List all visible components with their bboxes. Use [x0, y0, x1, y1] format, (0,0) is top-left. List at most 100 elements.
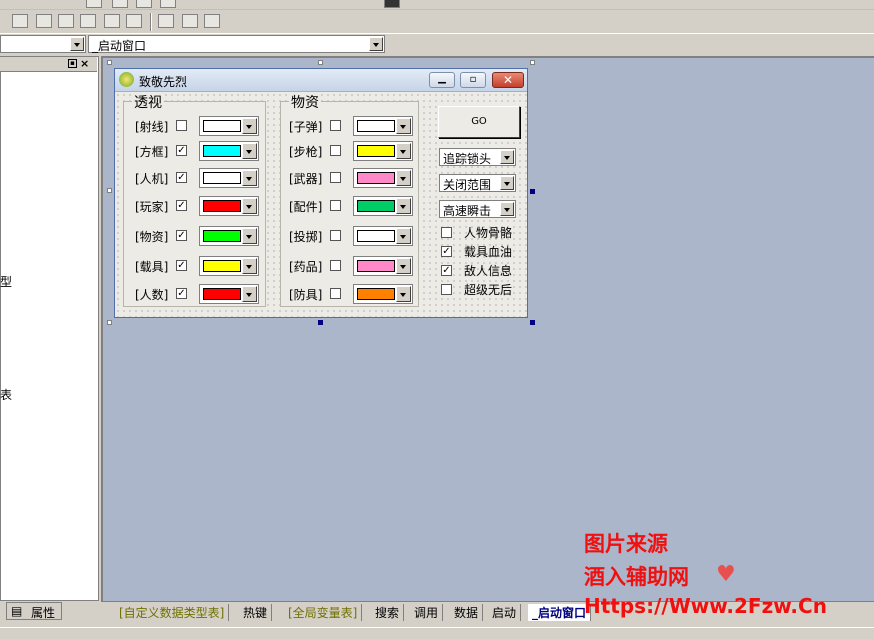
resize-handle[interactable] — [530, 60, 535, 65]
chevron-down-icon[interactable] — [242, 170, 257, 186]
color-select[interactable] — [353, 116, 413, 136]
align-left-icon[interactable] — [12, 14, 28, 28]
resize-handle[interactable] — [530, 189, 535, 194]
toolbar-icon[interactable] — [160, 0, 176, 8]
chevron-down-icon[interactable] — [396, 258, 411, 274]
resize-handle[interactable] — [530, 320, 535, 325]
status-bar — [0, 627, 874, 639]
toolbar-icon[interactable] — [112, 0, 128, 8]
window-combo[interactable]: _启动窗口 — [88, 35, 385, 53]
properties-tab[interactable]: ▤ 属性 — [6, 602, 62, 620]
chevron-down-icon[interactable] — [242, 258, 257, 274]
resize-handle[interactable] — [318, 320, 323, 325]
same-width-icon[interactable] — [158, 14, 174, 28]
resize-handle[interactable] — [107, 188, 112, 193]
row-checkbox[interactable] — [330, 200, 341, 211]
row-checkbox[interactable]: ✓ — [176, 145, 187, 156]
form-title-bar[interactable]: 致敬先烈 ▁ ▫ ✕ — [115, 69, 527, 92]
same-size-icon[interactable] — [204, 14, 220, 28]
space-vertical-icon[interactable] — [126, 14, 142, 28]
row-checkbox[interactable] — [330, 120, 341, 131]
toolbar-icon[interactable] — [136, 0, 152, 8]
row-checkbox[interactable] — [330, 260, 341, 271]
tab-4[interactable]: 调用 — [410, 604, 444, 621]
chevron-down-icon[interactable] — [396, 228, 411, 244]
chevron-down-icon[interactable] — [396, 198, 411, 214]
toolbar-separator — [150, 13, 152, 31]
align-center-icon[interactable] — [36, 14, 52, 28]
tab-6[interactable]: 启动 — [488, 604, 522, 621]
pin-icon[interactable]: ▪ — [68, 59, 77, 68]
color-select[interactable] — [199, 196, 259, 216]
chevron-down-icon[interactable] — [396, 286, 411, 302]
row-checkbox[interactable] — [330, 230, 341, 241]
close-icon[interactable]: × — [80, 57, 89, 70]
color-select[interactable] — [199, 168, 259, 188]
color-select[interactable] — [199, 141, 259, 161]
form-window[interactable]: 致敬先烈 ▁ ▫ ✕ 透视 [射线] [方框] ✓ [人机] ✓ [玩家] ✓ [物资] ✓ [载… — [114, 68, 528, 318]
row-checkbox[interactable]: ✓ — [176, 200, 187, 211]
mode-select-value: 高速瞬击 — [443, 204, 492, 218]
chevron-down-icon[interactable] — [396, 170, 411, 186]
maximize-button[interactable]: ▫ — [460, 72, 486, 88]
chevron-down-icon[interactable] — [242, 143, 257, 159]
color-select[interactable] — [353, 284, 413, 304]
align-middle-icon[interactable] — [80, 14, 96, 28]
toolbar-icon[interactable] — [384, 0, 400, 8]
row-checkbox[interactable] — [176, 120, 187, 131]
resize-handle[interactable] — [318, 60, 323, 65]
toolbar-icon[interactable] — [86, 0, 102, 8]
tab-1[interactable]: 热键 — [239, 604, 273, 621]
chevron-down-icon[interactable] — [242, 286, 257, 302]
chevron-down-icon[interactable] — [500, 176, 514, 190]
object-combo[interactable] — [0, 35, 86, 53]
row-checkbox[interactable]: ✓ — [176, 260, 187, 271]
row-checkbox[interactable]: ✓ — [176, 230, 187, 241]
chevron-down-icon[interactable] — [242, 118, 257, 134]
tab-7[interactable]: _启动窗口 — [528, 604, 592, 621]
resize-handle[interactable] — [107, 320, 112, 325]
color-swatch — [203, 230, 241, 242]
row-checkbox[interactable]: ✓ — [176, 288, 187, 299]
color-select[interactable] — [199, 256, 259, 276]
chevron-down-icon[interactable] — [70, 37, 84, 51]
color-select[interactable] — [353, 196, 413, 216]
chevron-down-icon[interactable] — [500, 150, 514, 164]
watermark-line1: 图片来源 — [584, 532, 668, 556]
option-checkbox[interactable]: ✓ — [441, 265, 452, 276]
go-button[interactable]: GO — [438, 106, 520, 138]
row-checkbox[interactable] — [330, 288, 341, 299]
option-checkbox[interactable] — [441, 284, 452, 295]
tab-5[interactable]: 数据 — [450, 604, 484, 621]
chevron-down-icon[interactable] — [396, 143, 411, 159]
align-top-icon[interactable] — [58, 14, 74, 28]
close-button[interactable]: ✕ — [492, 72, 524, 88]
row-checkbox[interactable] — [330, 145, 341, 156]
tab-0[interactable]: [自定义数据类型表] — [115, 604, 230, 621]
minimize-button[interactable]: ▁ — [429, 72, 455, 88]
tab-3[interactable]: 搜索 — [371, 604, 405, 621]
tab-2[interactable]: [全局变量表] — [284, 604, 363, 621]
same-height-icon[interactable] — [182, 14, 198, 28]
mode-select[interactable]: 追踪锁头 — [439, 148, 516, 166]
chevron-down-icon[interactable] — [396, 118, 411, 134]
option-checkbox[interactable] — [441, 227, 452, 238]
mode-select[interactable]: 高速瞬击 — [439, 200, 516, 218]
color-select[interactable] — [199, 116, 259, 136]
row-checkbox[interactable]: ✓ — [176, 172, 187, 183]
color-select[interactable] — [353, 141, 413, 161]
option-checkbox[interactable]: ✓ — [441, 246, 452, 257]
chevron-down-icon[interactable] — [369, 37, 383, 51]
chevron-down-icon[interactable] — [242, 228, 257, 244]
color-select[interactable] — [353, 226, 413, 246]
space-horizontal-icon[interactable] — [104, 14, 120, 28]
color-select[interactable] — [199, 284, 259, 304]
chevron-down-icon[interactable] — [242, 198, 257, 214]
mode-select[interactable]: 关闭范围 — [439, 174, 516, 192]
row-checkbox[interactable] — [330, 172, 341, 183]
resize-handle[interactable] — [107, 60, 112, 65]
color-select[interactable] — [353, 168, 413, 188]
color-select[interactable] — [353, 256, 413, 276]
chevron-down-icon[interactable] — [500, 202, 514, 216]
color-select[interactable] — [199, 226, 259, 246]
